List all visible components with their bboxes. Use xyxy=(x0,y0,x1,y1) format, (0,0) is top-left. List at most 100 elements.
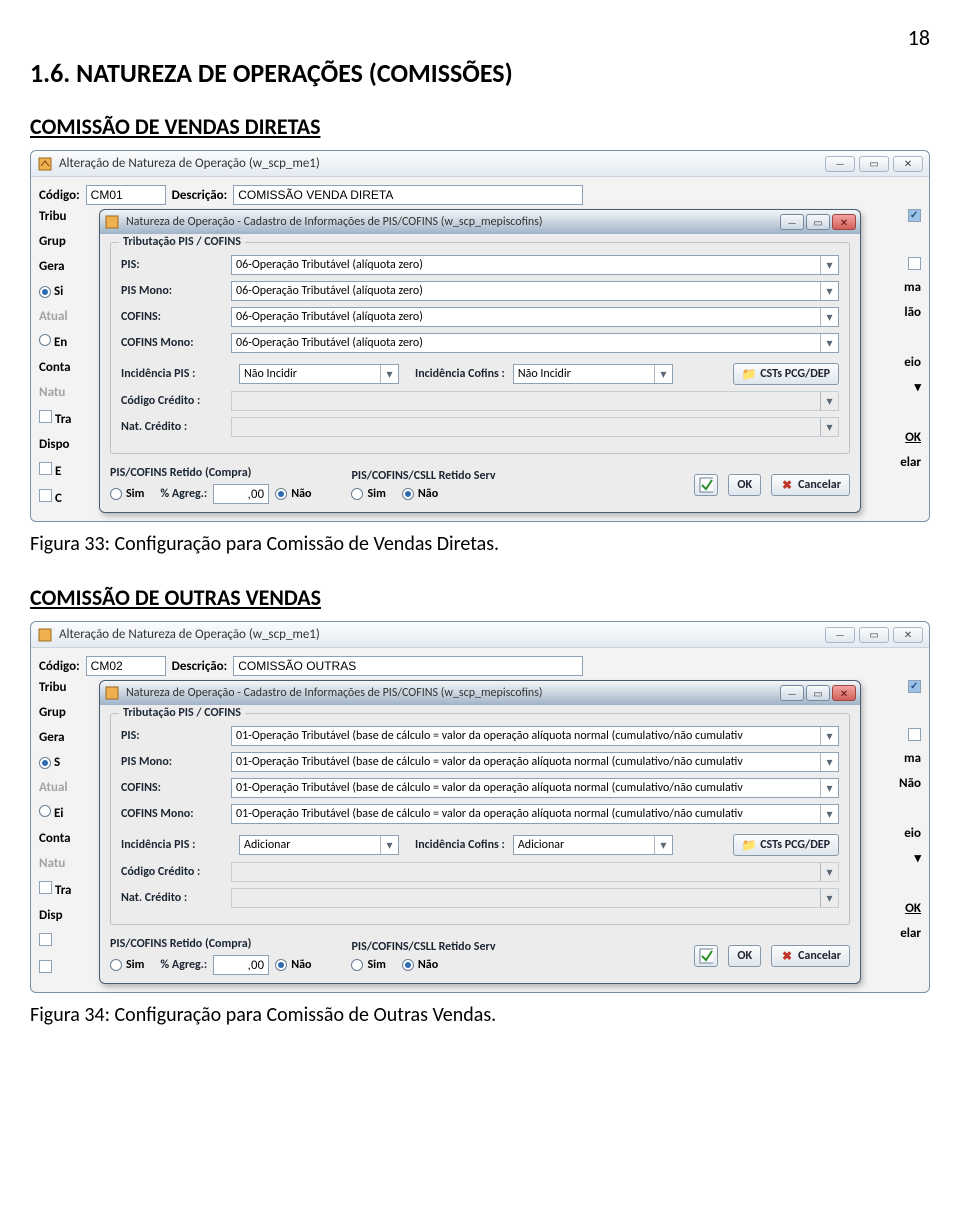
section-title: 1.6. NATUREZA DE OPERAÇÕES (COMISSÕES) xyxy=(30,57,930,89)
chevron-down-icon: ▾ xyxy=(820,727,838,745)
trunc-label: elar xyxy=(900,926,921,941)
inc-pis-combo-2[interactable]: Adicionar▾ xyxy=(239,835,399,855)
cancelar-button-2[interactable]: ✖ Cancelar xyxy=(771,945,850,967)
chevron-down-icon: ▾ xyxy=(820,889,838,907)
folder-icon: 📁 xyxy=(742,838,756,852)
minimize-button[interactable]: — xyxy=(780,214,804,230)
pis-mono-combo-2[interactable]: 01-Operação Tributável (base de cálculo … xyxy=(231,752,839,772)
cod-credito-combo[interactable]: ▾ xyxy=(231,391,839,411)
maximize-button[interactable]: ▭ xyxy=(806,685,830,701)
pis-mono-combo[interactable]: 06-Operação Tributável (alíquota zero)▾ xyxy=(231,281,839,301)
check-icon xyxy=(699,478,713,492)
sim-radio-serv[interactable]: Sim xyxy=(351,487,385,501)
descricao-field-2[interactable] xyxy=(233,656,583,676)
outer-window-1: Alteração de Natureza de Operação (w_scp… xyxy=(30,150,930,522)
cofins-combo-2[interactable]: 01-Operação Tributável (base de cálculo … xyxy=(231,778,839,798)
cancel-icon: ✖ xyxy=(780,478,794,492)
chevron-down-icon: ▾ xyxy=(820,863,838,881)
retido-compra-title: PIS/COFINS Retido (Compra) xyxy=(110,466,321,480)
subtitle-2: COMISSÃO DE OUTRAS VENDAS xyxy=(30,584,930,611)
outer-titlebar-1: Alteração de Natureza de Operação (w_scp… xyxy=(31,151,929,177)
csts-button-2[interactable]: 📁 CSTs PCG/DEP xyxy=(733,834,839,856)
trunc-label: elar xyxy=(900,455,921,470)
agreg-field-2[interactable] xyxy=(213,955,269,975)
tributacao-group: Tributação PIS / COFINS PIS: 06-Operação… xyxy=(110,242,850,454)
nao-radio-serv-2[interactable]: Não xyxy=(402,958,438,972)
inner-title-2: Natureza de Operação - Cadastro de Infor… xyxy=(126,686,780,700)
trunc-combo[interactable]: ▾ xyxy=(914,851,921,866)
inner-dialog-1: Natureza de Operação - Cadastro de Infor… xyxy=(99,209,861,513)
cod-credito-label: Código Crédito : xyxy=(121,394,231,408)
trunc-combo[interactable]: ▾ xyxy=(914,380,921,395)
caption-2: Figura 34: Configuração para Comissão de… xyxy=(30,1003,930,1027)
trunc-label: eio xyxy=(904,355,921,370)
cofins-label-2: COFINS: xyxy=(121,781,231,795)
ok-button[interactable]: OK xyxy=(728,474,761,496)
cancel-icon: ✖ xyxy=(780,949,794,963)
close-button[interactable]: ✕ xyxy=(832,214,856,230)
nat-credito-label: Nat. Crédito : xyxy=(121,420,231,434)
close-button[interactable]: ✕ xyxy=(893,156,923,172)
tributacao-group-2: Tributação PIS / COFINS PIS: 01-Operação… xyxy=(110,713,850,925)
close-button[interactable]: ✕ xyxy=(893,627,923,643)
trunc-label: Não xyxy=(899,776,921,791)
maximize-button[interactable]: ▭ xyxy=(859,156,889,172)
cofins-mono-combo[interactable]: 06-Operação Tributável (alíquota zero)▾ xyxy=(231,333,839,353)
chevron-down-icon: ▾ xyxy=(820,256,838,274)
minimize-button[interactable]: — xyxy=(825,627,855,643)
cod-credito-combo-2[interactable]: ▾ xyxy=(231,862,839,882)
trunc-label: eio xyxy=(904,826,921,841)
cofins-combo[interactable]: 06-Operação Tributável (alíquota zero)▾ xyxy=(231,307,839,327)
close-button[interactable]: ✕ xyxy=(832,685,856,701)
pis-label-2: PIS: xyxy=(121,729,231,743)
nao-radio[interactable]: Não xyxy=(275,487,311,501)
cancelar-button[interactable]: ✖ Cancelar xyxy=(771,474,850,496)
inc-cofins-combo-2[interactable]: Adicionar▾ xyxy=(513,835,673,855)
inner-title-1: Natureza de Operação - Cadastro de Infor… xyxy=(126,215,780,229)
inc-pis-combo[interactable]: Não Incidir▾ xyxy=(239,364,399,384)
pis-combo[interactable]: 06-Operação Tributável (alíquota zero)▾ xyxy=(231,255,839,275)
retido-compra-title-2: PIS/COFINS Retido (Compra) xyxy=(110,937,321,951)
descricao-field[interactable] xyxy=(233,185,583,205)
sim-radio[interactable]: Sim xyxy=(110,487,144,501)
nat-credito-combo-2[interactable]: ▾ xyxy=(231,888,839,908)
sim-radio-2[interactable]: Sim xyxy=(110,958,144,972)
trunc-check[interactable] xyxy=(908,257,921,270)
trunc-check xyxy=(39,960,99,977)
pis-combo-2[interactable]: 01-Operação Tributável (base de cálculo … xyxy=(231,726,839,746)
minimize-button[interactable]: — xyxy=(780,685,804,701)
maximize-button[interactable]: ▭ xyxy=(859,627,889,643)
trunc-radio: Ei xyxy=(39,805,99,821)
check-icon xyxy=(699,949,713,963)
trunc-check[interactable] xyxy=(908,209,921,222)
maximize-button[interactable]: ▭ xyxy=(806,214,830,230)
apply-button-2[interactable] xyxy=(694,945,718,967)
trunc-label: Natu xyxy=(39,856,99,871)
codigo-field-2[interactable] xyxy=(86,656,166,676)
inc-cofins-combo[interactable]: Não Incidir▾ xyxy=(513,364,673,384)
ok-button-2[interactable]: OK xyxy=(728,945,761,967)
pis-mono-label-2: PIS Mono: xyxy=(121,755,231,769)
trunc-label: Conta xyxy=(39,831,99,846)
trunc-label xyxy=(918,703,921,718)
nat-credito-combo[interactable]: ▾ xyxy=(231,417,839,437)
codigo-field[interactable] xyxy=(86,185,166,205)
retido-serv-title-2: PIS/COFINS/CSLL Retido Serv xyxy=(351,940,495,954)
trunc-label: Tribu xyxy=(39,209,99,224)
trunc-check xyxy=(39,933,99,950)
trunc-check[interactable] xyxy=(908,728,921,741)
csts-button[interactable]: 📁 CSTs PCG/DEP xyxy=(733,363,839,385)
minimize-button[interactable]: — xyxy=(825,156,855,172)
cofins-mono-combo-2[interactable]: 01-Operação Tributável (base de cálculo … xyxy=(231,804,839,824)
trunc-label: Grup xyxy=(39,705,99,720)
app-icon xyxy=(37,156,53,172)
sim-radio-serv-2[interactable]: Sim xyxy=(351,958,385,972)
inc-cofins-label: Incidência Cofins : xyxy=(415,367,505,381)
apply-button[interactable] xyxy=(694,474,718,496)
nao-radio-2[interactable]: Não xyxy=(275,958,311,972)
agreg-field[interactable] xyxy=(213,484,269,504)
nat-credito-label-2: Nat. Crédito : xyxy=(121,891,231,905)
trunc-check[interactable] xyxy=(908,680,921,693)
nao-radio-serv[interactable]: Não xyxy=(402,487,438,501)
retido-serv-title: PIS/COFINS/CSLL Retido Serv xyxy=(351,469,495,483)
